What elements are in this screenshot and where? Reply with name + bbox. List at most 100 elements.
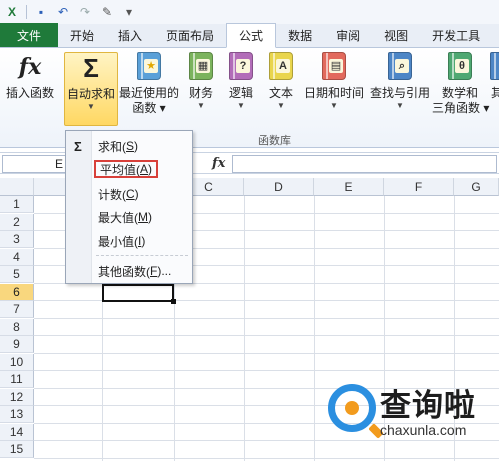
insert-function-label: 插入函数: [5, 86, 54, 100]
menu-item-max[interactable]: 最大值(M): [98, 208, 152, 226]
lookup-reference-dropdown-arrow[interactable]: ▼: [368, 101, 432, 111]
tab-review[interactable]: 审阅: [324, 23, 372, 47]
name-box-value: E: [54, 157, 63, 171]
lookup-reference-button[interactable]: ⌕ 查找与引用 ▼: [368, 52, 432, 111]
financial-label: 财务: [188, 86, 213, 100]
menu-separator: [96, 255, 188, 256]
tab-view[interactable]: 视图: [372, 23, 420, 47]
watermark-logo: 查询啦 chaxunla.com: [328, 378, 496, 450]
menu-item-average[interactable]: 平均值(A): [94, 160, 159, 178]
menu-item-count[interactable]: 计数(C): [98, 185, 139, 203]
recent-functions-label: 最近使用的 函数 ▾: [118, 86, 179, 115]
text-dropdown-arrow[interactable]: ▼: [264, 101, 298, 111]
text-book-icon: A: [269, 52, 293, 80]
row-header-2[interactable]: 2: [0, 213, 34, 231]
grid-hline: [34, 370, 499, 371]
save-icon[interactable]: ▪: [33, 4, 49, 20]
lookup-book-icon: ⌕: [388, 52, 412, 80]
magnifier-logo-icon: [328, 384, 376, 432]
row-header-8[interactable]: 8: [0, 318, 34, 336]
formula-input[interactable]: [232, 155, 497, 173]
text-label: 文本: [268, 86, 293, 100]
tab-file[interactable]: 文件: [0, 23, 58, 47]
autosum-dropdown-menu: Σ 求和(S) 平均值(A) 计数(C) 最大值(M) 最小值(I) 其他函数(…: [65, 130, 193, 284]
math-trig-label: 数学和 三角函数 ▾: [432, 86, 490, 115]
logic-book-icon: ?: [229, 52, 253, 80]
quick-access-toolbar: X ▪ ↶ ↷ ✎ ▾: [0, 0, 499, 24]
more-functions-label: 其: [490, 86, 499, 100]
logical-button[interactable]: ? 逻辑 ▼: [224, 52, 258, 111]
row-header-10[interactable]: 10: [0, 353, 34, 371]
fx-icon: fx: [18, 54, 42, 80]
undo-icon[interactable]: ↶: [55, 4, 71, 20]
finance-book-icon: ▦: [189, 52, 213, 80]
name-box[interactable]: E: [2, 155, 68, 173]
date-time-button[interactable]: ▤ 日期和时间 ▼: [302, 52, 366, 111]
customize-icon[interactable]: ▾: [121, 4, 137, 20]
grid-hline: [34, 457, 499, 459]
grid-vline: [244, 196, 245, 461]
logical-label: 逻辑: [228, 86, 253, 100]
row-header-9[interactable]: 9: [0, 336, 34, 353]
menu-item-min[interactable]: 最小值(I): [98, 232, 145, 250]
tab-developer[interactable]: 开发工具: [420, 23, 492, 47]
math-book-icon: θ: [448, 52, 472, 80]
menu-item-more-functions[interactable]: 其他函数(F)...: [98, 262, 171, 280]
row-header-11[interactable]: 11: [0, 371, 34, 388]
ribbon-tabs: 文件 开始 插入 页面布局 公式 数据 审阅 视图 开发工具: [0, 23, 499, 48]
watermark-url: chaxunla.com: [380, 422, 467, 438]
grid-vline: [314, 196, 315, 461]
tab-home[interactable]: 开始: [58, 23, 106, 47]
autosum-button[interactable]: Σ 自动求和 ▼: [64, 52, 118, 126]
lookup-reference-label: 查找与引用: [369, 86, 430, 100]
row-header-13[interactable]: 13: [0, 406, 34, 423]
qat-separator: [26, 5, 27, 19]
select-all-corner[interactable]: [0, 178, 34, 196]
grid-hline: [34, 335, 499, 336]
autosum-dropdown-arrow[interactable]: ▼: [65, 102, 117, 112]
row-header-5[interactable]: 5: [0, 266, 34, 283]
autosum-label: 自动求和: [66, 87, 115, 101]
row-header-7[interactable]: 7: [0, 301, 34, 318]
row-header-1[interactable]: 1: [0, 196, 34, 213]
group-label-function-library: 函数库: [258, 135, 291, 147]
logical-dropdown-arrow[interactable]: ▼: [224, 101, 258, 111]
row-header-3[interactable]: 3: [0, 231, 34, 248]
redo-icon[interactable]: ↷: [77, 4, 93, 20]
sigma-icon: Σ: [83, 53, 99, 83]
active-cell[interactable]: [102, 284, 176, 304]
row-header-6[interactable]: 6: [0, 283, 34, 301]
column-header-g[interactable]: G: [454, 178, 499, 196]
date-book-icon: ▤: [322, 52, 346, 80]
watermark-text: 查询啦: [380, 388, 476, 423]
row-header-12[interactable]: 12: [0, 388, 34, 406]
insert-function-button[interactable]: fx 插入函数: [4, 52, 56, 101]
tab-data[interactable]: 数据: [276, 23, 324, 47]
more-functions-button[interactable]: 其: [490, 52, 499, 101]
row-header-15[interactable]: 15: [0, 441, 34, 458]
financial-button[interactable]: ▦ 财务 ▼: [184, 52, 218, 111]
tool-icon[interactable]: ✎: [99, 4, 115, 20]
column-header-d[interactable]: D: [244, 178, 314, 196]
tab-page-layout[interactable]: 页面布局: [154, 23, 226, 47]
row-header-4[interactable]: 4: [0, 248, 34, 266]
tab-formulas[interactable]: 公式: [226, 23, 277, 48]
financial-dropdown-arrow[interactable]: ▼: [184, 101, 218, 111]
grid-hline: [34, 317, 499, 319]
excel-icon: X: [7, 5, 16, 19]
column-header-f[interactable]: F: [384, 178, 454, 196]
fx-button-icon[interactable]: fx: [212, 156, 225, 171]
date-time-dropdown-arrow[interactable]: ▼: [302, 101, 366, 111]
recent-functions-button[interactable]: ★ 最近使用的 函数 ▾: [118, 52, 180, 116]
menu-item-sum[interactable]: 求和(S): [98, 137, 138, 155]
column-header-e[interactable]: E: [314, 178, 384, 196]
math-trig-button[interactable]: θ 数学和 三角函数 ▾: [432, 52, 490, 116]
date-time-label: 日期和时间: [303, 86, 364, 100]
sum-sigma-icon: Σ: [74, 139, 82, 154]
star-book-icon: ★: [137, 52, 161, 80]
more-book-icon: [490, 52, 499, 80]
row-header-14[interactable]: 14: [0, 423, 34, 441]
grid-hline: [34, 352, 499, 354]
tab-insert[interactable]: 插入: [106, 23, 154, 47]
text-button[interactable]: A 文本 ▼: [264, 52, 298, 111]
